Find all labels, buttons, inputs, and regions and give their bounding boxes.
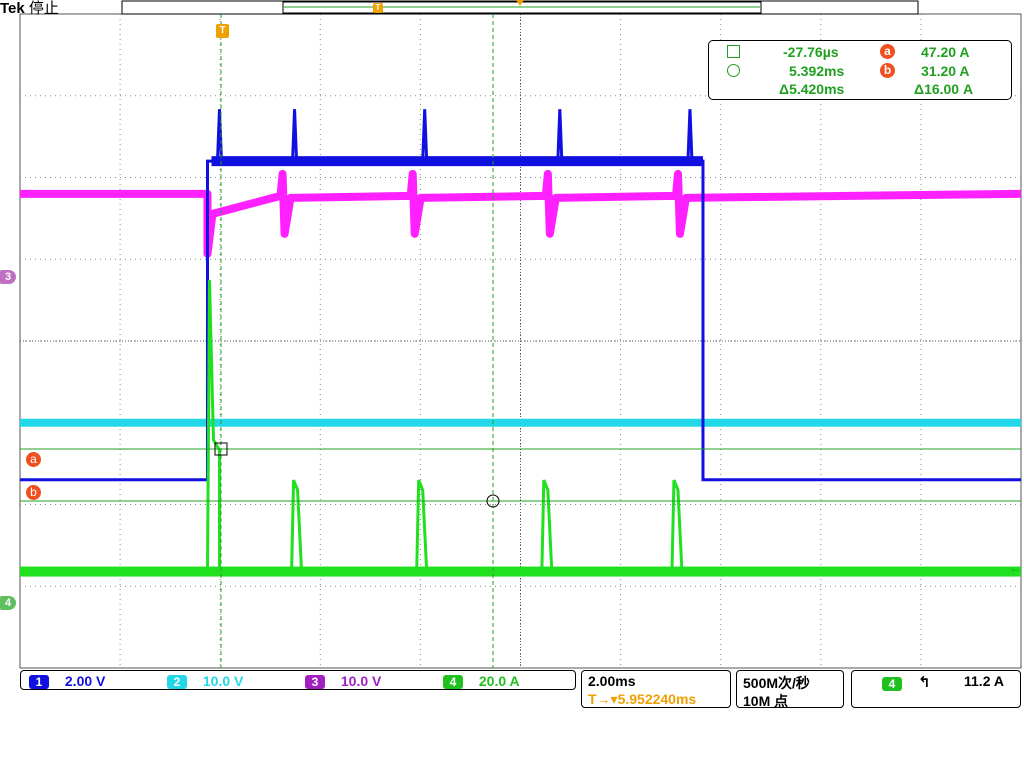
record-length: 10M 点 [743, 693, 789, 709]
ch4-ground-marker[interactable]: 4 [0, 596, 16, 610]
scope-display [19, 0, 1022, 669]
ch3-marker-label: 3 [4, 271, 12, 283]
cursor-b-value: 31.20 A [921, 63, 970, 79]
trigger-level-arrow-icon[interactable]: ← [1009, 561, 1021, 575]
header: Tek 停止 [0, 0, 59, 20]
trigger-level: 11.2 A [964, 673, 1004, 689]
cursor-a-value: 47.20 A [921, 44, 970, 60]
cursor2-time: 5.392ms [789, 63, 845, 79]
delta-time: Δ5.420ms [779, 81, 845, 97]
trigger-marker-label: T [219, 25, 226, 36]
cursor-b-marker[interactable]: b [26, 483, 41, 501]
acquisition-panel[interactable]: 500M次/秒 10M 点 [736, 670, 844, 709]
channel-scale-panel[interactable]: 1 2.00 V 2 10.0 V 3 10.0 V 4 20.0 A [20, 670, 576, 690]
ch4-baseline-band [20, 566, 1021, 577]
timebase-scale: 2.00ms [588, 673, 636, 689]
delta-value: Δ16.00 A [914, 81, 974, 97]
status-bar: 1 2.00 V 2 10.0 V 3 10.0 V 4 20.0 A 2.00… [0, 668, 1024, 712]
trigger-panel[interactable]: 4 ↰ 11.2 A [851, 670, 1021, 708]
ch4-scale[interactable]: 4 20.0 A [443, 673, 520, 689]
cursor-readout-panel: -27.76µs a 47.20 A 5.392ms b 31.20 A Δ5.… [708, 40, 1012, 100]
square-cursor-icon [727, 45, 740, 58]
brand-logo: Tek [0, 0, 25, 17]
ch3-ground-marker[interactable]: 3 [0, 270, 16, 284]
trigger-position-marker[interactable]: T [216, 24, 229, 38]
ch2-scale[interactable]: 2 10.0 V [167, 673, 243, 689]
circle-cursor-icon [727, 64, 740, 77]
trigger-source: 4 [882, 675, 902, 693]
timebase-panel[interactable]: 2.00ms T→▾5.952240ms [581, 670, 731, 708]
cursor1-time: -27.76µs [783, 44, 839, 60]
acquisition-status: 停止 [28, 0, 59, 17]
record-trigger-marker: T [373, 3, 383, 13]
rising-edge-icon: ↰ [918, 674, 931, 691]
ch1-scale[interactable]: 1 2.00 V [29, 673, 105, 689]
sample-rate: 500M次/秒 [743, 675, 810, 691]
ch3-scale[interactable]: 3 10.0 V [305, 673, 381, 689]
record-trigger-label: T [375, 3, 381, 12]
trigger-position: T→▾5.952240ms [588, 691, 697, 707]
ch4-marker-label: 4 [4, 597, 12, 609]
ch1-pulse-band [211, 156, 703, 167]
cursor-a-marker[interactable]: a [26, 450, 41, 468]
